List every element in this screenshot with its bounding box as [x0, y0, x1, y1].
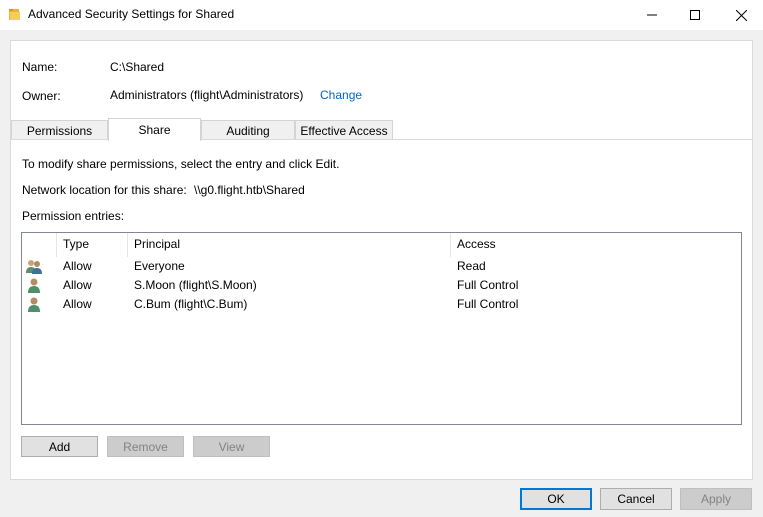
tab-label: Share	[138, 123, 171, 137]
tab-label: Auditing	[226, 123, 270, 138]
tab-permissions[interactable]: Permissions	[11, 120, 108, 140]
column-header-icon[interactable]	[22, 233, 57, 257]
title-bar: Advanced Security Settings for Shared	[0, 0, 763, 30]
name-label: Name:	[22, 60, 58, 74]
change-owner-link[interactable]: Change	[320, 88, 362, 102]
tab-auditing[interactable]: Auditing	[201, 120, 295, 140]
row-type: Allow	[63, 278, 92, 292]
column-header-type[interactable]: Type	[57, 233, 128, 257]
tab-effective-access[interactable]: Effective Access	[295, 120, 393, 140]
permission-entries-label: Permission entries:	[22, 209, 125, 223]
owner-value: Administrators (flight\Administrators)	[110, 88, 304, 102]
permission-entries-list[interactable]: Type Principal Access Allow Everyone Rea…	[21, 232, 742, 425]
row-principal: Everyone	[134, 259, 185, 273]
view-button[interactable]: View	[193, 436, 270, 457]
apply-button-label: Apply	[700, 492, 732, 506]
maximize-icon	[690, 10, 700, 20]
ok-button[interactable]: OK	[520, 488, 592, 510]
owner-label: Owner:	[22, 89, 61, 103]
close-button[interactable]	[719, 0, 763, 30]
tab-share[interactable]: Share	[108, 118, 201, 141]
row-access: Full Control	[457, 297, 519, 311]
cancel-button[interactable]: Cancel	[600, 488, 672, 510]
maximize-button[interactable]	[673, 0, 717, 30]
folder-icon	[9, 9, 20, 20]
table-row[interactable]: Allow S.Moon (flight\S.Moon) Full Contro…	[22, 276, 741, 295]
row-access: Read	[457, 259, 486, 273]
minimize-icon	[647, 14, 657, 16]
minimize-button[interactable]	[630, 0, 674, 30]
row-access: Full Control	[457, 278, 519, 292]
view-button-label: View	[218, 439, 245, 454]
tab-label: Effective Access	[300, 123, 388, 138]
instruction-text: To modify share permissions, select the …	[22, 157, 340, 171]
ok-button-label: OK	[547, 492, 565, 506]
apply-button[interactable]: Apply	[680, 488, 752, 510]
user-group-icon	[26, 260, 42, 274]
settings-panel: Name: C:\Shared Owner: Administrators (f…	[10, 40, 753, 480]
user-icon	[28, 278, 40, 293]
column-header-principal[interactable]: Principal	[128, 233, 451, 257]
network-location-label: Network location for this share:	[22, 183, 187, 197]
add-button[interactable]: Add	[21, 436, 98, 457]
row-principal: C.Bum (flight\C.Bum)	[134, 297, 248, 311]
column-header-access[interactable]: Access	[451, 233, 741, 257]
name-value: C:\Shared	[110, 60, 165, 74]
close-icon	[735, 9, 747, 21]
table-row[interactable]: Allow Everyone Read	[22, 257, 741, 276]
add-button-label: Add	[48, 439, 71, 454]
cancel-button-label: Cancel	[617, 492, 655, 506]
remove-button[interactable]: Remove	[107, 436, 184, 457]
row-principal: S.Moon (flight\S.Moon)	[134, 278, 257, 292]
tab-label: Permissions	[26, 123, 93, 138]
window-title: Advanced Security Settings for Shared	[28, 7, 235, 21]
remove-button-label: Remove	[123, 439, 168, 454]
row-type: Allow	[63, 259, 92, 273]
user-icon	[28, 297, 40, 312]
table-row[interactable]: Allow C.Bum (flight\C.Bum) Full Control	[22, 295, 741, 314]
network-location-value: \\g0.flight.htb\Shared	[194, 183, 305, 197]
row-type: Allow	[63, 297, 92, 311]
